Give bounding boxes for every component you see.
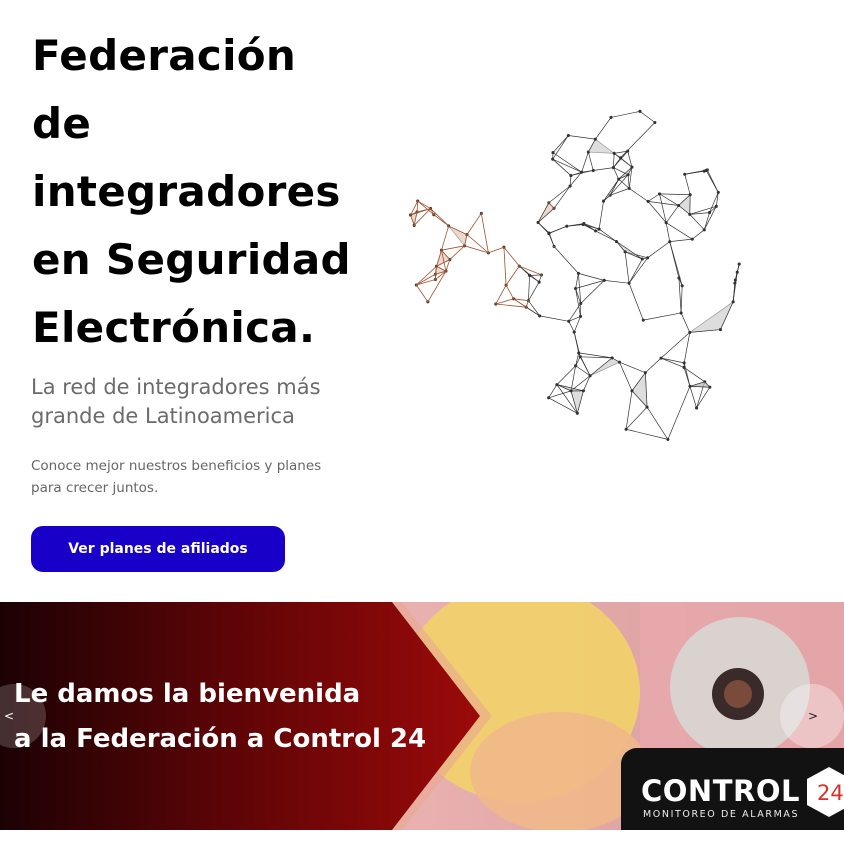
- hero-title: Federación de integradores en Seguridad …: [32, 31, 351, 352]
- logo-number: 24: [817, 781, 844, 805]
- banner-title-line1: Le damos la bienvenida: [14, 679, 361, 709]
- banner-title-line2: a la Federación a Control 24: [14, 724, 427, 754]
- hero-text: Conoce mejor nuestros beneficios y plane…: [31, 458, 322, 496]
- polygon-lion-icon: [409, 109, 741, 441]
- affiliate-plans-button[interactable]: Ver planes de afiliados: [31, 526, 285, 572]
- logo-word: CONTROL: [641, 774, 800, 808]
- chevron-left-icon: <: [3, 709, 14, 723]
- hero-subtitle: La red de integradores más grande de Lat…: [31, 375, 321, 428]
- carousel-next-button[interactable]: >: [780, 684, 844, 748]
- logo-tagline: MONITOREO DE ALARMAS: [643, 809, 800, 820]
- banner-title: Le damos la bienvenida a la Federación a…: [14, 672, 474, 762]
- control24-logo: CONTROL 24 MONITOREO DE ALARMAS: [621, 748, 844, 830]
- chevron-right-icon: >: [808, 709, 819, 723]
